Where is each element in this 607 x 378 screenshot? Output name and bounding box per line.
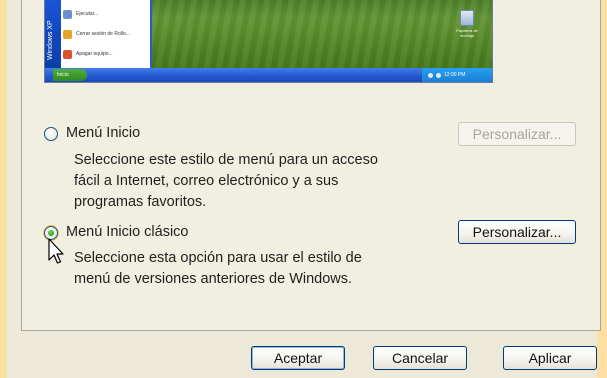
recycle-bin-icon [460,10,474,26]
run-icon [63,9,72,19]
cancel-button[interactable]: Cancelar [373,346,467,370]
start-menu-description-line: Seleccione este estilo de menú para un a… [74,152,378,168]
tray-icon [436,72,441,78]
preview-start-menu: Windows XP Ejecutar... Cerrar sesión de … [45,0,152,68]
preview-brand-text: Windows XP [47,20,54,60]
tray-icon [428,72,433,78]
classic-menu-description-line: menú de versiones anteriores de Windows. [74,271,353,287]
customize-start-menu-button[interactable]: Personalizar... [458,122,576,146]
preview-system-tray: 12:00 PM [422,68,492,82]
start-menu-radio[interactable] [44,127,58,141]
apply-button[interactable]: Aplicar [503,346,597,370]
classic-start-menu-label[interactable]: Menú Inicio clásico [66,224,189,240]
logoff-icon [63,29,72,39]
preview-menu-item-run: Ejecutar... [63,8,98,20]
preview-brand-strip: Windows XP [45,0,61,68]
classic-menu-description-line: Seleccione esta opción para usar el esti… [74,250,362,266]
mouse-pointer-icon [48,238,64,264]
start-menu-description-line: fácil a Internet, correo electrónico y a… [74,173,339,189]
start-menu-preview: Windows XP Ejecutar... Cerrar sesión de … [44,0,493,83]
customize-classic-menu-button[interactable]: Personalizar... [458,220,576,244]
start-menu-label[interactable]: Menú Inicio [66,125,140,141]
preview-menu-item-logoff: Cerrar sesión de Rollo... [63,28,130,40]
preview-menu-item-shutdown: Apagar equipo... [63,48,113,60]
ok-button[interactable]: Aceptar [251,346,345,370]
preview-taskbar: Inicio 12:00 PM [45,68,492,82]
shutdown-icon [63,49,72,59]
preview-clock: 12:00 PM [444,72,466,78]
start-menu-description-line: programas favoritos. [74,194,207,210]
preview-start-button: Inicio [53,69,87,81]
preview-recycle-bin: Papelera de reciclaje [456,10,478,38]
